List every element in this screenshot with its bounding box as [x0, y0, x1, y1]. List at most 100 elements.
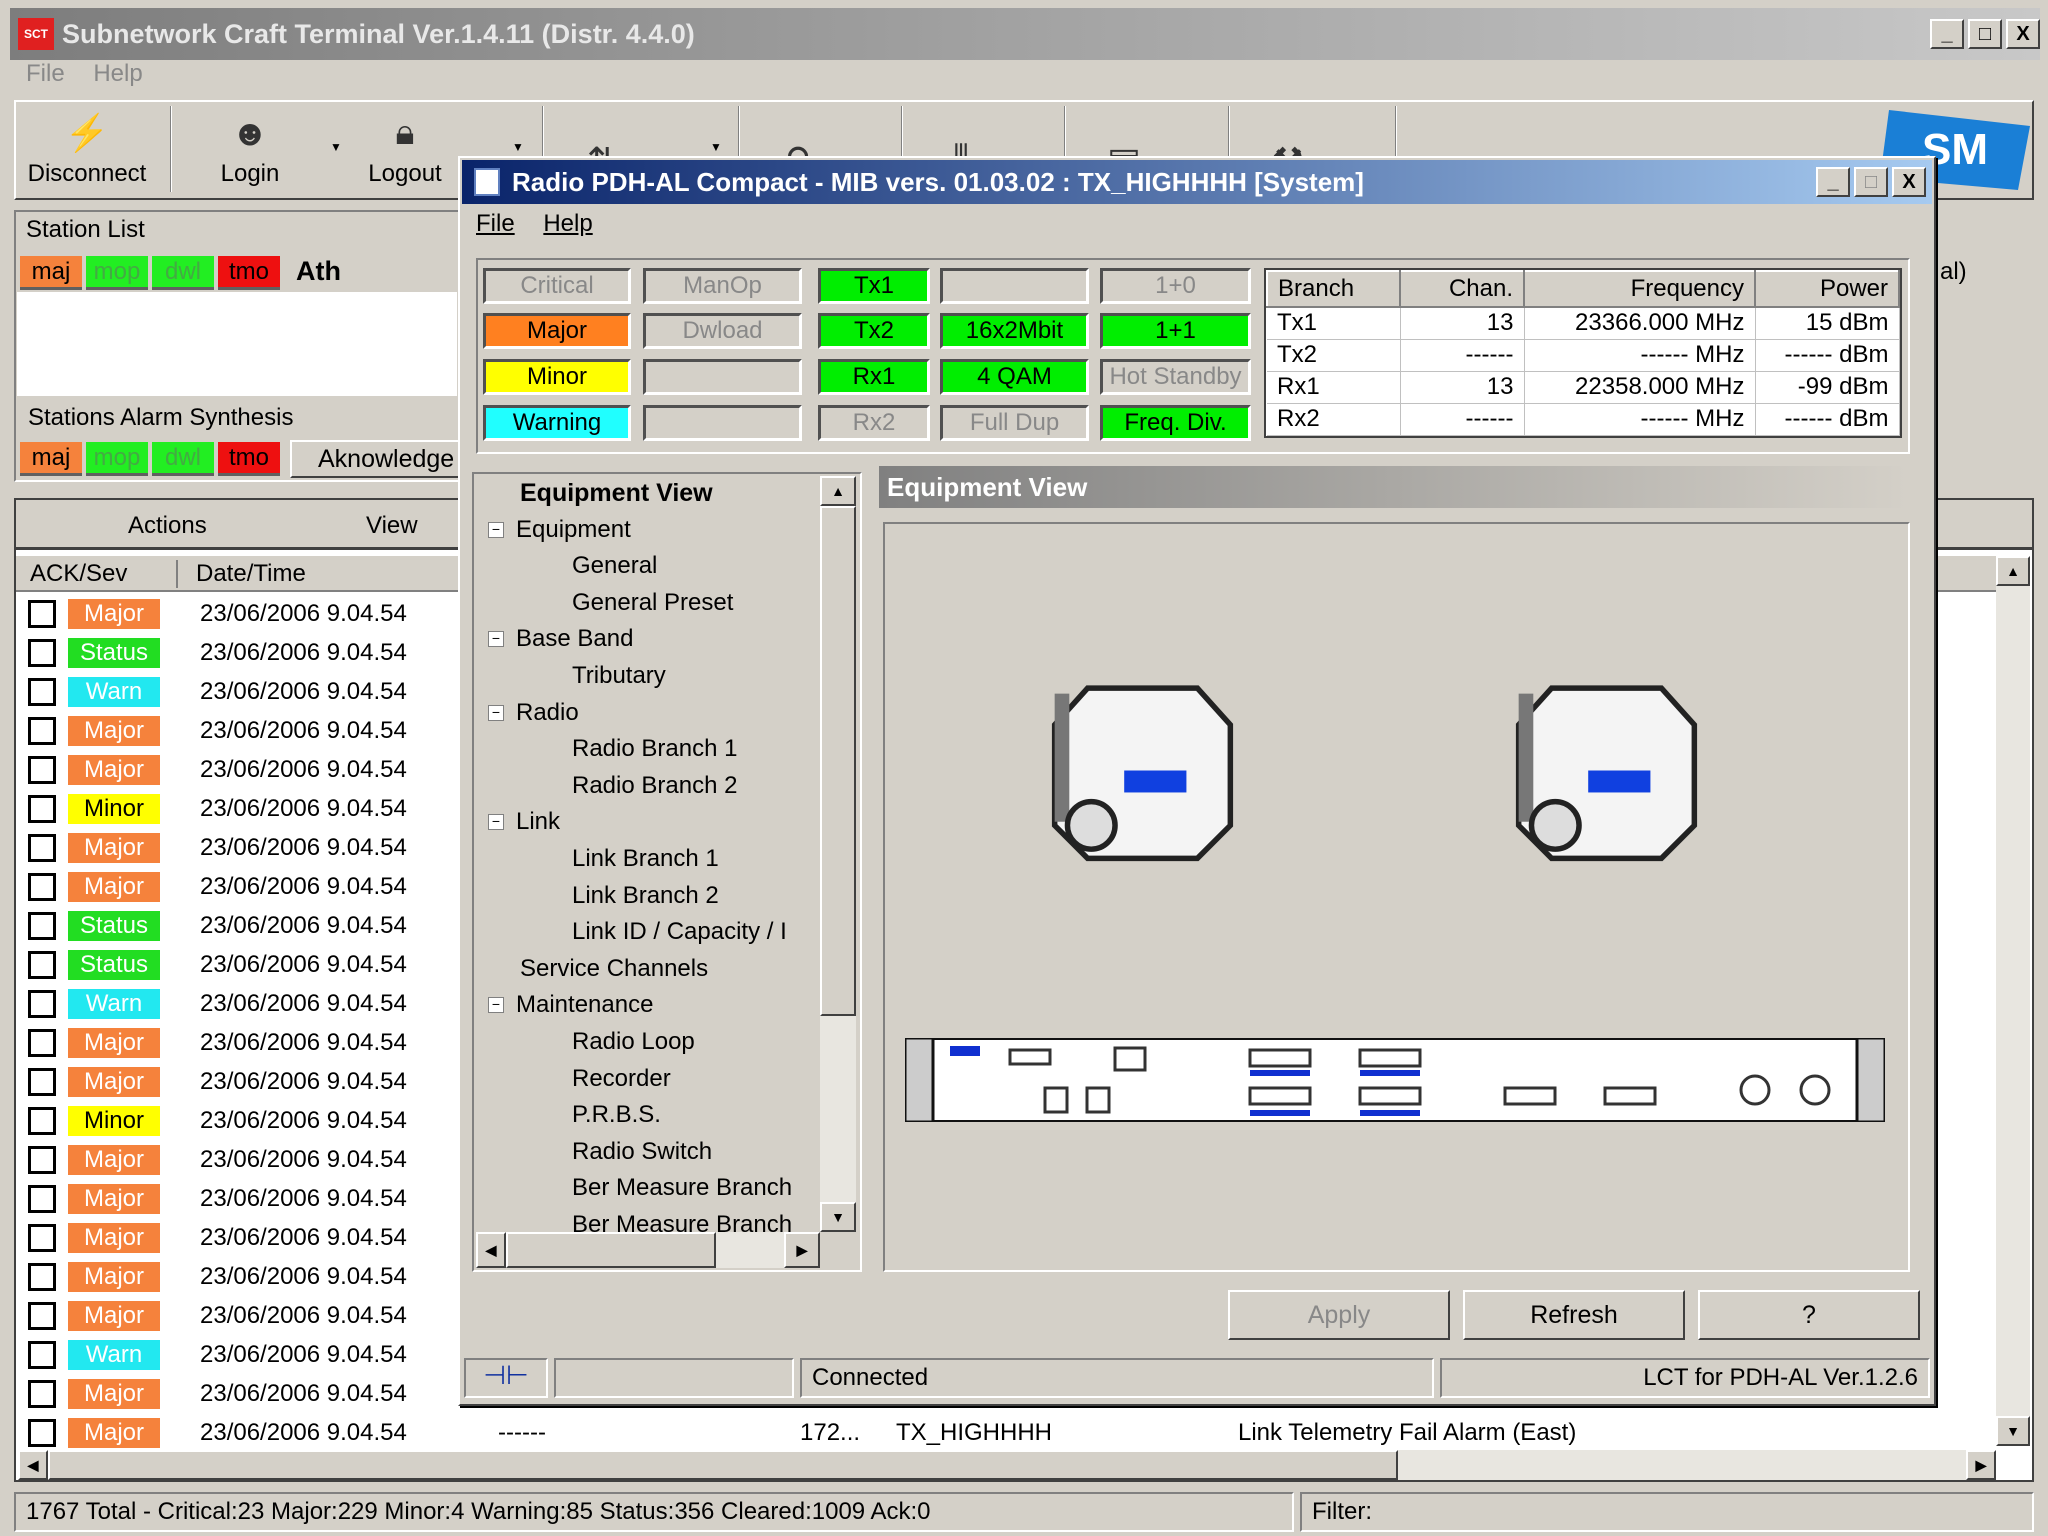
ack-checkbox[interactable] — [28, 1223, 56, 1252]
tree-vscrollbar[interactable]: ▲ ▼ — [820, 476, 856, 1232]
tree-item[interactable]: − Radio — [488, 695, 579, 731]
badge-maj[interactable]: maj — [20, 442, 82, 476]
scroll-right-button[interactable]: ▶ — [1966, 1450, 1996, 1480]
badge-dwl[interactable]: dwl — [152, 256, 214, 290]
tree-scroll-up[interactable]: ▲ — [820, 476, 856, 506]
ack-checkbox[interactable] — [28, 833, 56, 862]
ack-checkbox[interactable] — [28, 1106, 56, 1135]
alarm-list-hscrollbar[interactable]: ◀ ▶ — [18, 1450, 1996, 1480]
toolbar-button-2[interactable]: 🔒︎ Logout — [350, 104, 460, 194]
dialog-menu-file[interactable]: File — [476, 210, 515, 237]
close-button[interactable]: X — [2006, 19, 2040, 49]
ack-checkbox[interactable] — [28, 1145, 56, 1174]
tree-scroll-left[interactable]: ◀ — [476, 1232, 506, 1268]
branch-col-header[interactable]: Frequency — [1523, 270, 1756, 308]
hscroll-thumb[interactable] — [48, 1450, 1398, 1480]
ack-checkbox[interactable] — [28, 677, 56, 706]
badge-maj[interactable]: maj — [20, 256, 82, 290]
toolbar-button-0[interactable]: ⚡ Disconnect — [20, 104, 154, 194]
badge-tmo[interactable]: tmo — [218, 442, 280, 476]
branch-col-header[interactable]: Branch — [1266, 270, 1401, 308]
ack-checkbox[interactable] — [28, 716, 56, 745]
badge-mop[interactable]: mop — [86, 256, 148, 290]
dialog-minimize-button[interactable]: _ — [1816, 167, 1850, 197]
tree-scroll-down[interactable]: ▼ — [820, 1202, 856, 1232]
table-row[interactable]: Major 23/06/2006 9.04.54 ------ 172... TX_HI… — [20, 1413, 2010, 1452]
badge-dwl[interactable]: dwl — [152, 442, 214, 476]
badge-tmo[interactable]: tmo — [218, 256, 280, 290]
idu-rack-unit-icon[interactable] — [905, 1038, 1885, 1122]
tree-item[interactable]: − Maintenance — [488, 987, 653, 1023]
scroll-up-button[interactable]: ▲ — [1996, 556, 2030, 586]
tree-hscrollbar[interactable]: ◀ ▶ — [476, 1232, 820, 1268]
collapse-icon[interactable]: − — [488, 521, 504, 538]
tree-hscroll-thumb[interactable] — [506, 1232, 716, 1268]
ack-checkbox[interactable] — [28, 1067, 56, 1096]
acknowledge-button[interactable]: Aknowledge — [290, 440, 460, 478]
dialog-maximize-button[interactable]: □ — [1854, 167, 1888, 197]
ack-checkbox[interactable] — [28, 599, 56, 628]
tree-item[interactable]: Radio Switch — [572, 1134, 712, 1170]
ack-checkbox[interactable] — [28, 950, 56, 979]
dialog-close-button[interactable]: X — [1892, 167, 1926, 197]
odu-unit-2-icon[interactable] — [1515, 679, 1698, 862]
tree-item[interactable]: Link Branch 2 — [572, 878, 719, 914]
refresh-button[interactable]: Refresh — [1463, 1290, 1685, 1340]
tree-item[interactable]: − Link — [488, 804, 560, 840]
menu-file[interactable]: File — [26, 60, 65, 87]
scroll-down-button[interactable]: ▼ — [1996, 1416, 2030, 1446]
tree-item[interactable]: Equipment View — [520, 475, 713, 511]
ack-checkbox[interactable] — [28, 1184, 56, 1213]
alarm-list-vscrollbar[interactable]: ▲ ▼ — [1996, 556, 2030, 1446]
help-button[interactable]: ? — [1698, 1290, 1920, 1340]
tree-item[interactable]: Radio Branch 2 — [572, 768, 737, 804]
col-ack-sev[interactable]: ACK/Sev — [30, 560, 178, 588]
maximize-button[interactable]: □ — [1968, 19, 2002, 49]
tree-scroll-right[interactable]: ▶ — [784, 1232, 820, 1268]
ack-checkbox[interactable] — [28, 638, 56, 667]
branch-col-header[interactable]: Power — [1754, 270, 1900, 308]
badge-mop[interactable]: mop — [86, 442, 148, 476]
ack-checkbox[interactable] — [28, 1301, 56, 1330]
tree-item[interactable]: Ber Measure Branch — [572, 1170, 792, 1206]
ack-checkbox[interactable] — [28, 911, 56, 940]
tree-item[interactable]: Radio Branch 1 — [572, 731, 737, 767]
tree-item[interactable]: Recorder — [572, 1061, 671, 1097]
scroll-left-button[interactable]: ◀ — [18, 1450, 48, 1480]
tree-item[interactable]: − Equipment — [488, 512, 631, 548]
collapse-icon[interactable]: − — [488, 704, 504, 721]
ack-checkbox[interactable] — [28, 1379, 56, 1408]
collapse-icon[interactable]: − — [488, 631, 504, 648]
tree-item[interactable]: General Preset — [572, 585, 733, 621]
tree-item[interactable]: Service Channels — [520, 951, 708, 987]
dropdown-arrow-icon[interactable]: ▼ — [710, 140, 722, 154]
ack-checkbox[interactable] — [28, 872, 56, 901]
menu-help[interactable]: Help — [93, 60, 142, 87]
tree-scroll-thumb[interactable] — [820, 506, 856, 1016]
dropdown-arrow-icon[interactable]: ▼ — [330, 140, 342, 154]
tree-item[interactable]: − Base Band — [488, 621, 633, 657]
toolbar-button-1[interactable]: ☻ Login — [170, 104, 330, 194]
collapse-icon[interactable]: − — [488, 814, 504, 831]
tree-item[interactable]: General — [572, 548, 657, 584]
collapse-icon[interactable]: − — [488, 997, 504, 1014]
dropdown-arrow-icon[interactable]: ▼ — [512, 140, 524, 154]
ack-checkbox[interactable] — [28, 755, 56, 784]
ack-checkbox[interactable] — [28, 989, 56, 1018]
minimize-button[interactable]: _ — [1930, 19, 1964, 49]
ack-checkbox[interactable] — [28, 794, 56, 823]
actions-menu[interactable]: Actions — [128, 512, 207, 540]
tree-item[interactable]: Radio Loop — [572, 1024, 695, 1060]
odu-unit-1-icon[interactable] — [1051, 679, 1234, 862]
ack-checkbox[interactable] — [28, 1028, 56, 1057]
tree-item[interactable]: Tributary — [572, 658, 666, 694]
tree-item[interactable]: P.R.B.S. — [572, 1097, 661, 1133]
view-menu[interactable]: View — [366, 512, 418, 540]
apply-button[interactable]: Apply — [1228, 1290, 1450, 1340]
tree-item[interactable]: Link Branch 1 — [572, 841, 719, 877]
tree-item[interactable]: Link ID / Capacity / I — [572, 914, 787, 950]
ack-checkbox[interactable] — [28, 1340, 56, 1369]
dialog-menu-help[interactable]: Help — [543, 210, 592, 237]
station-name[interactable]: Ath — [296, 256, 341, 287]
ack-checkbox[interactable] — [28, 1418, 56, 1447]
